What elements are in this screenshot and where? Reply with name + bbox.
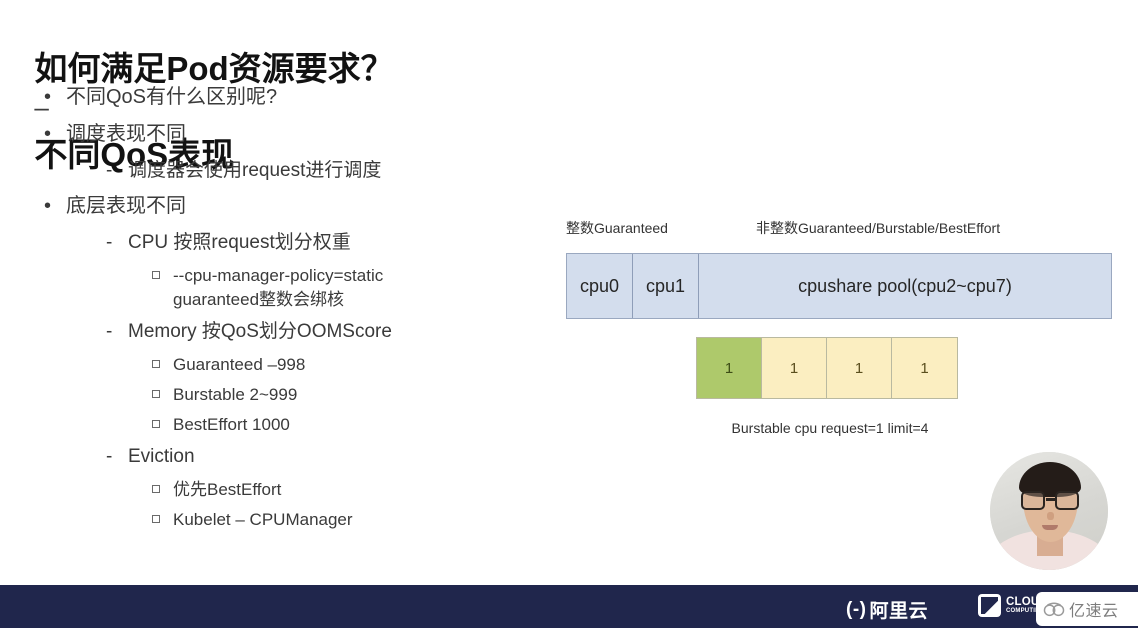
bullet-text: Eviction xyxy=(128,446,195,467)
bullet-list: • 不同QoS有什么区别呢? • 调度表现不同 - 调度器会使用request进行调度 • 底… xyxy=(40,83,530,538)
bullet-item-l2: - Eviction xyxy=(40,443,530,470)
avatar-mouth xyxy=(1042,525,1058,530)
bullet-item-l1: • 调度表现不同 xyxy=(40,120,530,148)
bullet-marker-l3 xyxy=(152,479,173,503)
burstable-box-2: 1 xyxy=(827,338,892,398)
bullet-text: --cpu-manager-policy=static guaranteed整数… xyxy=(173,266,384,309)
avatar-nose xyxy=(1047,512,1054,520)
label-noninteger-qos: 非整数Guaranteed/Burstable/BestEffort xyxy=(756,220,1001,236)
title-main: 如何满足Pod资源要求？ xyxy=(34,50,394,87)
bullet-item-l1: • 底层表现不同 xyxy=(40,192,530,220)
burstable-box-0: 1 xyxy=(697,338,762,398)
avatar-lens-left xyxy=(1021,491,1045,510)
watermark-text: 亿速云 xyxy=(1069,603,1119,620)
bullet-item-l3: 优先BestEffort xyxy=(40,478,530,502)
burstable-quota-boxes: 1111 xyxy=(696,337,958,399)
cpu-cell-1: cpu1 xyxy=(633,254,699,318)
alibaba-logo-text: 阿里云 xyxy=(869,601,928,622)
bullet-square-icon xyxy=(152,360,160,368)
cpu-cell-0: cpu0 xyxy=(567,254,633,318)
label-integer-guaranteed: 整数Guaranteed xyxy=(566,220,668,236)
bullet-square-icon xyxy=(152,485,160,493)
bullet-marker-l3 xyxy=(152,384,173,408)
diagram-labels: 整数Guaranteed 非整数Guaranteed/Burstable/Bes… xyxy=(566,218,1112,240)
bullet-marker-l3 xyxy=(152,354,173,378)
cncf-logo-icon xyxy=(978,594,1001,617)
bullet-text: 调度器会使用request进行调度 xyxy=(128,160,382,181)
bullet-marker-l3 xyxy=(152,509,173,533)
bullet-square-icon xyxy=(152,420,160,428)
bullet-text: Burstable 2~999 xyxy=(173,385,298,404)
bullet-item-l3: Kubelet – CPUManager xyxy=(40,508,530,532)
avatar-glasses-bridge xyxy=(1046,498,1055,501)
bullet-item-l3: Guaranteed –998 xyxy=(40,353,530,377)
cloud-icon xyxy=(1043,602,1065,617)
footer-bar: (-) 阿里云 CLOUD NATIVE COMPUTING FOUNDATIO… xyxy=(0,585,1138,628)
bullet-marker-l1: • xyxy=(44,86,52,108)
bullet-item-l1: • 不同QoS有什么区别呢? xyxy=(40,83,530,111)
bullet-text: BestEffort 1000 xyxy=(173,415,290,434)
bullet-text: 底层表现不同 xyxy=(66,195,186,217)
bullet-text: CPU 按照request划分权重 xyxy=(128,232,351,253)
bullet-marker-l3 xyxy=(152,265,173,289)
bullet-marker-l1: • xyxy=(44,195,52,217)
burstable-box-1: 1 xyxy=(762,338,827,398)
glasses-icon xyxy=(1020,491,1080,510)
bullet-square-icon xyxy=(152,271,160,279)
presenter-webcam-avatar xyxy=(990,452,1108,570)
bullet-marker-l3 xyxy=(152,414,173,438)
alibaba-logo-mark: (-) xyxy=(846,598,867,620)
bullet-marker-l2: - xyxy=(106,446,113,467)
alibaba-cloud-logo: (-) 阿里云 xyxy=(846,596,928,623)
cpu-cell-shared-pool: cpushare pool(cpu2~cpu7) xyxy=(699,254,1111,318)
bullet-item-l2: - CPU 按照request划分权重 xyxy=(40,229,530,256)
bullet-item-l2: - Memory 按QoS划分OOMScore xyxy=(40,318,530,345)
bullet-text: Guaranteed –998 xyxy=(173,355,306,374)
bullet-item-l3: BestEffort 1000 xyxy=(40,413,530,437)
avatar-lens-right xyxy=(1055,491,1079,510)
bullet-item-l2: - 调度器会使用request进行调度 xyxy=(40,157,530,184)
bullet-square-icon xyxy=(152,390,160,398)
bullet-marker-l2: - xyxy=(106,321,113,342)
bullet-item-l3: Burstable 2~999 xyxy=(40,383,530,407)
bullet-item-l3: --cpu-manager-policy=static guaranteed整数… xyxy=(40,264,530,312)
burstable-box-3: 1 xyxy=(892,338,957,398)
cpu-allocation-bar: cpu0 cpu1 cpushare pool(cpu2~cpu7) xyxy=(566,253,1112,319)
burstable-caption: Burstable cpu request=1 limit=4 xyxy=(731,420,929,436)
bullet-marker-l2: - xyxy=(106,160,113,181)
site-watermark: 亿速云 xyxy=(1036,592,1138,626)
bullet-marker-l2: - xyxy=(106,232,113,253)
bullet-text: 不同QoS有什么区别呢? xyxy=(66,86,278,108)
bullet-square-icon xyxy=(152,515,160,523)
bullet-marker-l1: • xyxy=(44,123,52,145)
bullet-text: Kubelet – CPUManager xyxy=(173,510,353,529)
bullet-text: Memory 按QoS划分OOMScore xyxy=(128,321,392,342)
bullet-text: 优先BestEffort xyxy=(173,480,282,499)
bullet-text: 调度表现不同 xyxy=(66,123,186,145)
